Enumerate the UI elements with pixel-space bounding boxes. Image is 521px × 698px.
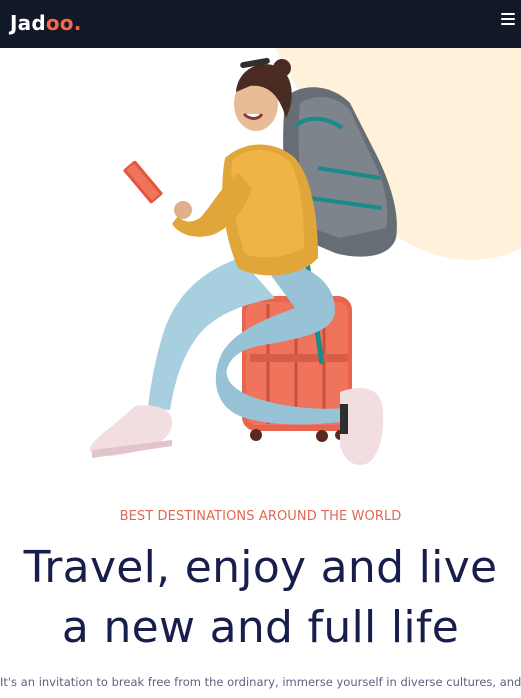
logo-text-main: Jad (10, 11, 46, 35)
navbar: Jadoo. (0, 0, 521, 48)
hero-headline-line-2: a new and full life (61, 602, 460, 653)
hamburger-menu-icon[interactable] (501, 13, 515, 25)
hero-headline: Travel, enjoy and live a new and full li… (0, 538, 521, 658)
logo[interactable]: Jadoo. (10, 10, 82, 36)
hero-headline-line-1: Travel, enjoy and live (23, 542, 498, 593)
hero-section (0, 48, 521, 488)
hero-illustration (89, 48, 521, 466)
torso-illustration (172, 144, 318, 276)
passport-illustration (123, 160, 163, 204)
logo-text-accent: oo. (45, 11, 82, 35)
hero-intro-text: It's an invitation to break free from th… (0, 675, 521, 689)
hero-tagline: BEST DESTINATIONS AROUND THE WORLD (119, 509, 402, 524)
head-illustration (234, 57, 292, 131)
